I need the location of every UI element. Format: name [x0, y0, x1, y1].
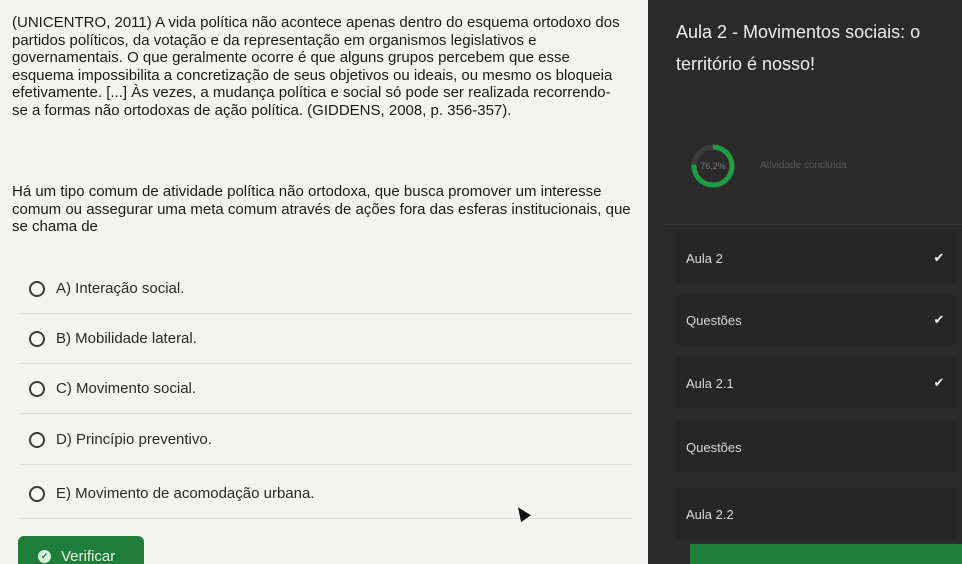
nav-item-aula-2[interactable]: Aula 2 ✔ — [676, 232, 956, 284]
next-button-bar[interactable] — [690, 544, 962, 564]
lesson-title: Aula 2 - Movimentos sociais: o territóri… — [676, 22, 921, 74]
verify-label: Verificar — [61, 548, 116, 564]
radio-icon[interactable] — [29, 485, 45, 502]
nav-item-aula-2-2[interactable]: Aula 2.2 — [676, 488, 956, 540]
option-e[interactable]: E) Movimento de acomodação urbana. — [20, 469, 632, 519]
option-label: C) Movimento social. — [56, 380, 197, 397]
checkmark-icon: ✔ — [933, 250, 945, 265]
option-label: D) Princípio preventivo. — [56, 431, 212, 448]
progress-percent: 76,2% — [700, 161, 726, 171]
progress-caption: Atividade concluída — [760, 160, 847, 171]
nav-item-questoes-2[interactable]: Questões — [676, 421, 956, 473]
nav-item-aula-2-1[interactable]: Aula 2.1 ✔ — [676, 357, 956, 409]
option-label: E) Movimento de acomodação urbana. — [56, 485, 315, 502]
checkmark-icon: ✔ — [933, 375, 945, 390]
divider — [666, 224, 962, 225]
progress-ring: 76,2% — [690, 143, 736, 189]
option-label: B) Mobilidade lateral. — [56, 330, 197, 347]
radio-icon[interactable] — [29, 380, 45, 397]
option-label: A) Interação social. — [56, 280, 185, 297]
nav-item-questoes-1[interactable]: Questões ✔ — [676, 294, 956, 346]
nav-item-label: Questões — [686, 439, 742, 455]
option-c[interactable]: C) Movimento social. — [20, 364, 632, 414]
radio-icon[interactable] — [29, 330, 45, 347]
lesson-sidebar: Aula 2 - Movimentos sociais: o territóri… — [648, 0, 962, 564]
option-a[interactable]: A) Interação social. — [20, 264, 632, 314]
radio-icon[interactable] — [29, 431, 45, 448]
option-d[interactable]: D) Princípio preventivo. — [20, 415, 632, 465]
nav-item-label: Questões — [686, 312, 742, 328]
question-prompt: Há um tipo comum de atividade política n… — [12, 183, 631, 235]
question-statement: (UNICENTRO, 2011) A vida política não ac… — [12, 14, 620, 119]
option-b[interactable]: B) Mobilidade lateral. — [20, 314, 632, 364]
check-icon: ✓ — [38, 550, 51, 563]
nav-item-label: Aula 2.1 — [686, 375, 734, 391]
nav-item-label: Aula 2.2 — [686, 506, 734, 522]
verify-button[interactable]: ✓ Verificar — [18, 536, 144, 564]
radio-icon[interactable] — [29, 280, 45, 297]
nav-item-label: Aula 2 — [686, 250, 723, 266]
checkmark-icon: ✔ — [933, 312, 945, 327]
question-panel: (UNICENTRO, 2011) A vida política não ac… — [0, 0, 648, 564]
